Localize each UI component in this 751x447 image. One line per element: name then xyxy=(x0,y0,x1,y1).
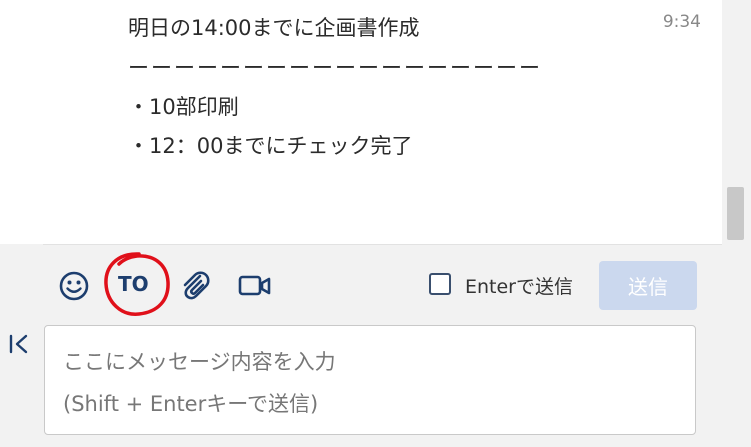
paperclip-icon[interactable] xyxy=(178,268,212,302)
message-line-separator: ーーーーーーーーーーーーーーーーーー xyxy=(128,56,542,80)
toolbar-divider xyxy=(43,244,722,245)
placeholder-line-2: (Shift + Enterキーで送信) xyxy=(63,392,319,416)
enter-send-label[interactable]: Enterで送信 xyxy=(465,272,573,299)
annotation-circle-icon xyxy=(104,252,170,316)
enter-send-checkbox[interactable] xyxy=(429,273,451,295)
send-button[interactable]: 送信 xyxy=(599,261,697,310)
message-timestamp: 9:34 xyxy=(662,12,701,32)
message-input[interactable]: ここにメッセージ内容を入力 (Shift + Enterキーで送信) xyxy=(44,325,696,435)
video-camera-icon[interactable] xyxy=(238,274,272,298)
message-line-title: 明日の14:00までに企画書作成 xyxy=(128,16,420,40)
message-line-bullet-1: ・10部印刷 xyxy=(128,95,239,119)
message-area: 明日の14:00までに企画書作成 ーーーーーーーーーーーーーーーーーー ・10部… xyxy=(0,0,722,244)
scrollbar-thumb[interactable] xyxy=(727,187,744,240)
smiley-icon[interactable] xyxy=(58,270,90,302)
collapse-panel-icon[interactable] xyxy=(8,334,30,354)
message-line-bullet-2: ・12：00までにチェック完了 xyxy=(128,134,413,158)
placeholder-line-1: ここにメッセージ内容を入力 xyxy=(63,350,336,374)
